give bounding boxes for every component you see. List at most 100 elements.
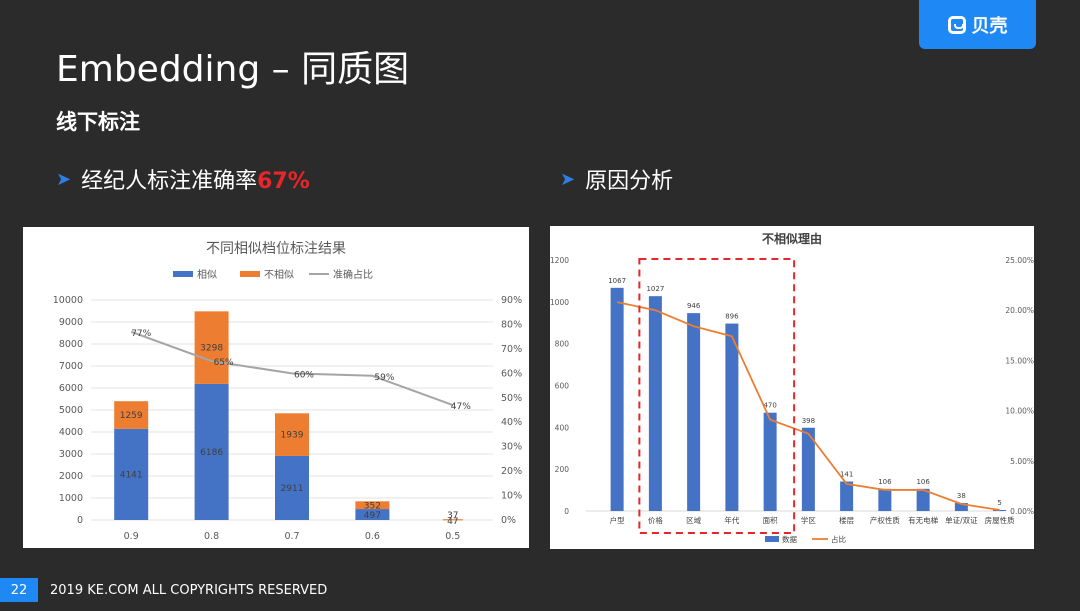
y2-tick-label: 90% — [501, 295, 522, 306]
brand-logo: 贝壳 — [919, 0, 1036, 49]
x-tick-label: 价格 — [648, 515, 663, 525]
stacked-bar-chart: 不同相似档位标注结果相似 不相似 准确占比 0 1000 2000 3000 4000 5000… — [53, 241, 522, 542]
y-tick-label: 6000 — [59, 383, 83, 394]
y-tick-label: 4000 — [59, 427, 83, 438]
x-tick-label: 有无电梯 — [908, 515, 938, 525]
accuracy-label: 65% — [214, 358, 234, 368]
y-tick-label: 9000 — [59, 317, 83, 328]
accuracy-label: 59% — [374, 373, 394, 383]
bar-count — [725, 323, 739, 511]
y2-tick-label: 40% — [501, 417, 522, 428]
y-tick-label: 400 — [555, 423, 570, 432]
y-tick-label: 0 — [564, 507, 569, 516]
section-subtitle: 线下标注 — [56, 110, 140, 134]
chart-panel-levels: 不同相似档位标注结果 相似 不相似 准确占比 0 1000 2000 3000 4000 5000… — [23, 227, 529, 548]
bullet-reason: ➤ 原因分析 — [560, 163, 673, 195]
y2-tick-label: 15.00% — [1005, 356, 1034, 365]
y-tick-label: 1000 — [550, 298, 569, 307]
y2-tick-label: 5.00% — [1010, 457, 1034, 466]
bar-count — [687, 313, 701, 511]
chart-panel-reasons: 不相似理由 0 200 400 600 800 1000 1200 0.00% 5.00% 10.0… — [550, 226, 1034, 549]
x-tick-label: 户型 — [610, 515, 625, 525]
bar-dissimilar-label: 3298 — [200, 344, 223, 354]
arrow-icon: ➤ — [560, 168, 576, 190]
bar-dissimilar-label: 1939 — [281, 431, 304, 441]
x-tick-label: 0.7 — [284, 531, 299, 542]
legend-swatch — [240, 271, 260, 277]
bullet-accuracy: ➤ 经纪人标注准确率67% — [56, 163, 310, 195]
x-tick-label: 单证/双证 — [945, 515, 978, 525]
y-tick-label: 2000 — [59, 471, 83, 482]
bar-count-label: 398 — [802, 417, 815, 425]
pareto-chart: 不相似理由 0 200 400 600 800 1000 1200 0.00% 5.00% 10.0… — [550, 231, 1034, 544]
legend-label: 准确占比 — [333, 268, 373, 281]
y2-tick-label: 0.00% — [1010, 507, 1034, 516]
bar-similar-label: 4141 — [120, 470, 143, 480]
bar-count — [763, 412, 777, 511]
page-number: 22 — [0, 578, 38, 602]
copyright: 2019 KE.COM ALL COPYRIGHTS RESERVED — [50, 582, 328, 598]
bar-extra-label: 47 — [447, 517, 458, 527]
y2-tick-label: 10% — [501, 491, 522, 502]
chart-title: 不同相似档位标注结果 — [206, 241, 346, 257]
bar-dissimilar-label: 352 — [364, 501, 381, 511]
y2-tick-label: 20% — [501, 466, 522, 477]
bar-count-label: 106 — [878, 478, 892, 486]
x-tick-label: 产权性质 — [870, 515, 900, 525]
bar-count — [610, 287, 624, 511]
x-tick-label: 年代 — [724, 515, 739, 525]
bar-count-label: 896 — [725, 313, 739, 321]
y-tick-label: 3000 — [59, 449, 83, 460]
x-tick-label: 楼层 — [839, 515, 854, 525]
bullet-accuracy-text: 经纪人标注准确率 — [81, 169, 258, 194]
y-tick-label: 600 — [555, 382, 570, 391]
legend-label: 占比 — [831, 534, 846, 544]
bar-count-label: 1067 — [608, 277, 626, 285]
y-tick-label: 5000 — [59, 405, 83, 416]
y2-tick-label: 80% — [501, 319, 522, 330]
y2-tick-label: 30% — [501, 442, 522, 453]
legend-label: 相似 — [197, 268, 217, 281]
chart-title: 不相似理由 — [762, 231, 822, 246]
bar-count — [648, 296, 662, 511]
y2-tick-label: 70% — [501, 344, 522, 355]
x-tick-label: 学区 — [801, 515, 816, 525]
x-tick-label: 0.6 — [365, 531, 380, 542]
bar-similar-label: 6186 — [200, 448, 223, 458]
legend-swatch — [173, 271, 193, 277]
y2-tick-label: 0% — [501, 515, 516, 526]
x-tick-label: 0.8 — [204, 531, 219, 542]
bar-count — [878, 488, 892, 511]
bar-count-label: 5 — [997, 499, 1001, 507]
x-tick-label: 0.9 — [124, 531, 139, 542]
x-tick-label: 面积 — [763, 515, 778, 525]
logo-icon — [947, 15, 966, 34]
page-title: Embedding – 同质图 — [56, 49, 410, 90]
y2-tick-label: 50% — [501, 393, 522, 404]
bar-similar-label: 2911 — [281, 484, 304, 494]
x-tick-label: 房屋性质 — [985, 515, 1015, 525]
legend-label: 数据 — [782, 534, 797, 544]
bar-dissimilar-label: 1259 — [120, 411, 143, 421]
bar-count — [840, 481, 854, 511]
y-tick-label: 1200 — [550, 256, 569, 265]
footer: 22 2019 KE.COM ALL COPYRIGHTS RESERVED — [0, 578, 1080, 602]
y-tick-label: 0 — [77, 515, 83, 526]
accuracy-label: 47% — [451, 402, 471, 412]
y-tick-label: 10000 — [53, 295, 83, 306]
accuracy-line — [130, 330, 454, 407]
bar-count-label: 1027 — [646, 285, 664, 293]
y-tick-label: 8000 — [59, 339, 83, 350]
x-tick-label: 0.5 — [445, 531, 460, 542]
accuracy-label: 77% — [131, 329, 151, 339]
y-tick-label: 7000 — [59, 361, 83, 372]
y-tick-label: 200 — [555, 465, 570, 474]
y2-tick-label: 60% — [501, 368, 522, 379]
bullet-reason-text: 原因分析 — [585, 169, 674, 194]
arrow-icon: ➤ — [56, 168, 72, 190]
accuracy-label: 60% — [294, 370, 314, 380]
x-tick-label: 区域 — [686, 515, 701, 525]
logo-text: 贝壳 — [971, 15, 1008, 37]
legend-swatch — [765, 536, 779, 542]
legend-label: 不相似 — [264, 268, 294, 281]
